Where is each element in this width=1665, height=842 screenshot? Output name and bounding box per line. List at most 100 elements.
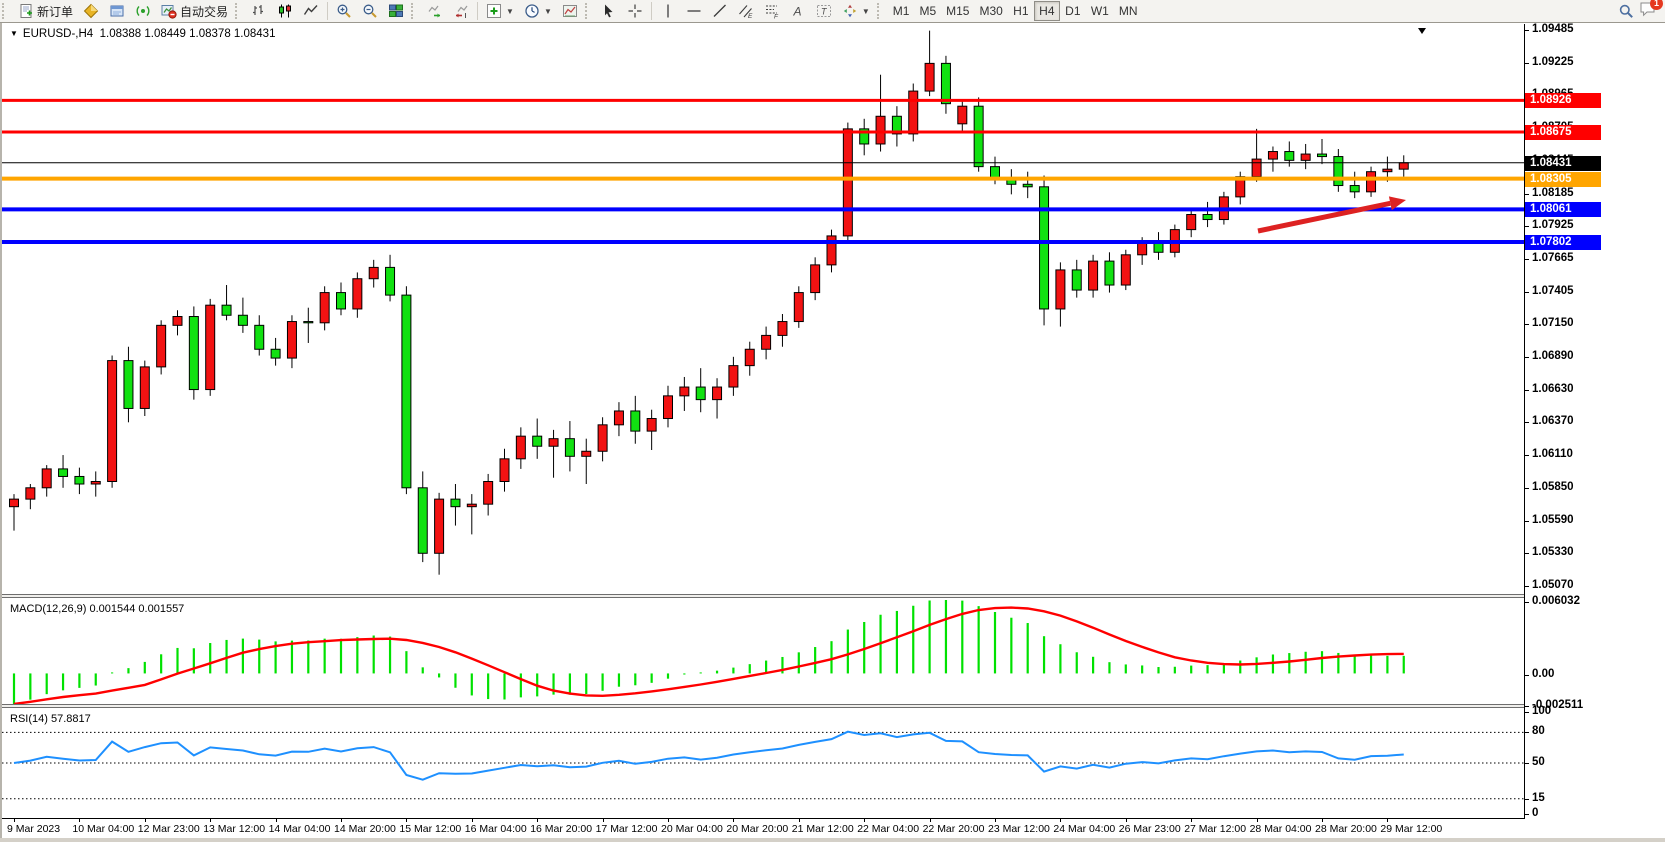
signal-button[interactable]	[130, 1, 156, 21]
timeframe-m1[interactable]: M1	[888, 1, 915, 21]
time-tick-mark	[276, 819, 277, 822]
price-tick: 1.06630	[1532, 383, 1574, 395]
vertical-line-icon	[660, 3, 676, 19]
toolbar-grip[interactable]	[411, 3, 420, 19]
line-chart-button[interactable]	[298, 1, 324, 21]
price-line-label: 1.08431	[1525, 156, 1601, 171]
svg-text:F: F	[774, 14, 779, 20]
toolbar-grip[interactable]	[877, 3, 886, 19]
zoom-out-button[interactable]	[357, 1, 383, 21]
autotrading-button[interactable]: 自动交易	[156, 1, 233, 21]
time-tick-mark	[341, 819, 342, 822]
price-tick: 1.07925	[1532, 219, 1574, 231]
time-tick-label: 17 Mar 12:00	[596, 823, 658, 835]
macd-panel[interactable]	[2, 598, 1524, 705]
rsi-axis-label: 50	[1532, 756, 1545, 768]
terminal-window-icon	[109, 3, 125, 19]
rsi-panel[interactable]	[2, 708, 1524, 818]
time-tick-label: 28 Mar 20:00	[1315, 823, 1377, 835]
time-tick-mark	[472, 819, 473, 822]
timeframe-group: M1M5M15M30H1H4D1W1MN	[888, 1, 1143, 21]
price-axis[interactable]: 1.094851.092251.089651.087051.084451.081…	[1524, 24, 1665, 818]
cursor-icon	[601, 3, 617, 19]
time-tick-label: 24 Mar 04:00	[1053, 823, 1115, 835]
time-tick-label: 22 Mar 04:00	[857, 823, 919, 835]
time-tick-label: 14 Mar 20:00	[334, 823, 396, 835]
time-tick-mark	[14, 819, 15, 822]
price-line-label: 1.08675	[1525, 125, 1601, 140]
timeframe-w1[interactable]: W1	[1086, 1, 1114, 21]
new-order-button[interactable]: 新订单	[13, 1, 78, 21]
timeframe-m30[interactable]: M30	[974, 1, 1007, 21]
search-button[interactable]	[1613, 1, 1639, 21]
price-tick: 1.09485	[1532, 23, 1574, 35]
macd-label: MACD(12,26,9) 0.001544 0.001557	[10, 603, 184, 615]
zoom-in-icon	[336, 3, 352, 19]
time-tick-label: 20 Mar 20:00	[726, 823, 788, 835]
crosshair-button[interactable]	[622, 1, 648, 21]
timeframe-m5[interactable]: M5	[914, 1, 941, 21]
timeframe-d1[interactable]: D1	[1060, 1, 1086, 21]
time-tick-label: 22 Mar 20:00	[923, 823, 985, 835]
time-tick-label: 14 Mar 04:00	[269, 823, 331, 835]
tile-windows-button[interactable]	[383, 1, 409, 21]
price-tick: 1.05070	[1532, 579, 1574, 591]
toolbar-grip[interactable]	[2, 3, 11, 19]
time-tick-label: 16 Mar 20:00	[530, 823, 592, 835]
time-tick-mark	[145, 819, 146, 822]
chart-shift-button[interactable]	[448, 1, 474, 21]
timeframe-h4[interactable]: H4	[1034, 1, 1060, 21]
rsi-axis-label: 80	[1532, 725, 1545, 737]
time-axis[interactable]: 9 Mar 202310 Mar 04:0012 Mar 23:0013 Mar…	[2, 818, 1525, 838]
time-tick-mark	[1060, 819, 1061, 822]
timeframe-mn[interactable]: MN	[1114, 1, 1143, 21]
price-tick: 1.05850	[1532, 481, 1574, 493]
window-bottom-edge	[0, 838, 1665, 842]
toolbar-grip[interactable]	[235, 3, 244, 19]
zoom-in-button[interactable]	[331, 1, 357, 21]
price-chart[interactable]	[2, 24, 1524, 595]
metaeditor-button[interactable]	[78, 1, 104, 21]
fibonacci-icon: F	[764, 3, 780, 19]
indicators-button[interactable]: ▼	[481, 1, 519, 21]
new-order-icon	[18, 3, 34, 19]
timeframe-h1[interactable]: H1	[1008, 1, 1034, 21]
arrows-button[interactable]: ▼	[837, 1, 875, 21]
time-tick-label: 28 Mar 04:00	[1250, 823, 1312, 835]
price-line-label: 1.08061	[1525, 202, 1601, 217]
templates-button[interactable]	[557, 1, 583, 21]
auto-scroll-button[interactable]	[422, 1, 448, 21]
time-tick-mark	[864, 819, 865, 822]
new-order-label: 新订单	[37, 3, 73, 20]
one-click-trading-toggle-icon[interactable]: ▼	[10, 29, 18, 38]
price-line-label: 1.08926	[1525, 93, 1601, 108]
text-button[interactable]: A	[785, 1, 811, 21]
chart-shift-icon	[453, 3, 469, 19]
candlestick-icon	[277, 3, 293, 19]
candlestick-button[interactable]	[272, 1, 298, 21]
time-tick-label: 23 Mar 12:00	[988, 823, 1050, 835]
time-tick-mark	[930, 819, 931, 822]
trendline-button[interactable]	[707, 1, 733, 21]
price-tick: 1.09225	[1532, 56, 1574, 68]
timeframe-m15[interactable]: M15	[941, 1, 974, 21]
notifications-button[interactable]: 1	[1639, 0, 1657, 23]
horizontal-line-button[interactable]	[681, 1, 707, 21]
text-label-button[interactable]: T	[811, 1, 837, 21]
terminal-button[interactable]	[104, 1, 130, 21]
vertical-line-button[interactable]	[655, 1, 681, 21]
time-tick-mark	[210, 819, 211, 822]
price-tick: 1.07665	[1532, 252, 1574, 264]
price-tick: 1.08185	[1532, 187, 1574, 199]
channel-button[interactable]: E	[733, 1, 759, 21]
autotrading-label: 自动交易	[180, 3, 228, 20]
toolbar-grip[interactable]	[585, 3, 594, 19]
periods-button[interactable]: ▼	[519, 1, 557, 21]
bar-chart-icon	[251, 3, 267, 19]
svg-text:A: A	[792, 5, 801, 19]
fibonacci-button[interactable]: F	[759, 1, 785, 21]
time-tick-label: 27 Mar 12:00	[1184, 823, 1246, 835]
cursor-button[interactable]	[596, 1, 622, 21]
bar-chart-button[interactable]	[246, 1, 272, 21]
macd-axis-label: 0.00	[1532, 668, 1554, 680]
